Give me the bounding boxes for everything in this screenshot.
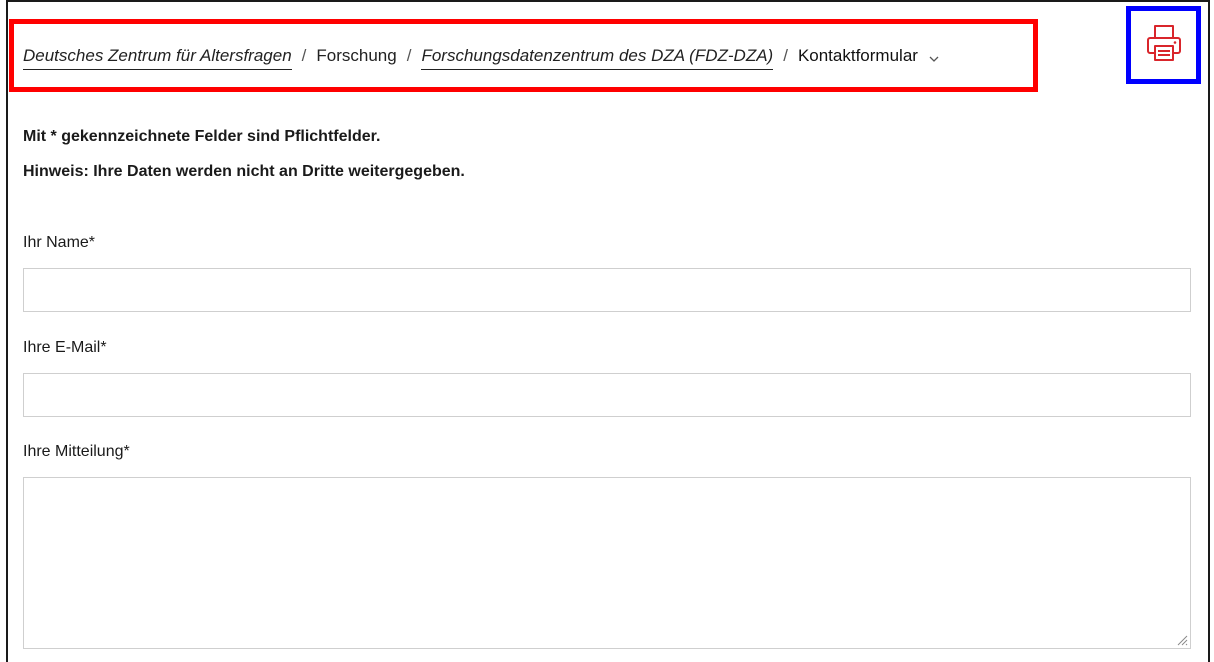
email-label: Ihre E-Mail* [23,339,107,356]
breadcrumb-current-page[interactable]: Kontaktformular [798,46,918,66]
breadcrumb: Deutsches Zentrum für Altersfragen / For… [9,19,1038,92]
name-label: Ihr Name* [23,234,96,251]
breadcrumb-separator: / [301,45,307,65]
breadcrumb-item-forschung: Forschung [316,45,397,65]
chevron-down-icon[interactable] [928,50,940,62]
resize-handle-icon[interactable] [1176,633,1188,646]
breadcrumb-separator: / [406,45,412,65]
printer-icon [1145,23,1183,68]
breadcrumb-link-dza[interactable]: Deutsches Zentrum für Altersfragen [23,46,292,70]
message-textarea[interactable] [23,477,1191,649]
message-label: Ihre Mitteilung* [23,443,130,460]
breadcrumb-link-fdz[interactable]: Forschungsdatenzentrum des DZA (FDZ-DZA) [421,46,774,70]
privacy-notice: Hinweis: Ihre Daten werden nicht an Drit… [23,163,465,180]
print-button[interactable] [1126,6,1201,84]
breadcrumb-separator: / [783,45,788,65]
email-input[interactable] [23,373,1191,417]
name-input[interactable] [23,268,1191,312]
required-fields-notice: Mit * gekennzeichnete Felder sind Pflich… [23,128,381,145]
